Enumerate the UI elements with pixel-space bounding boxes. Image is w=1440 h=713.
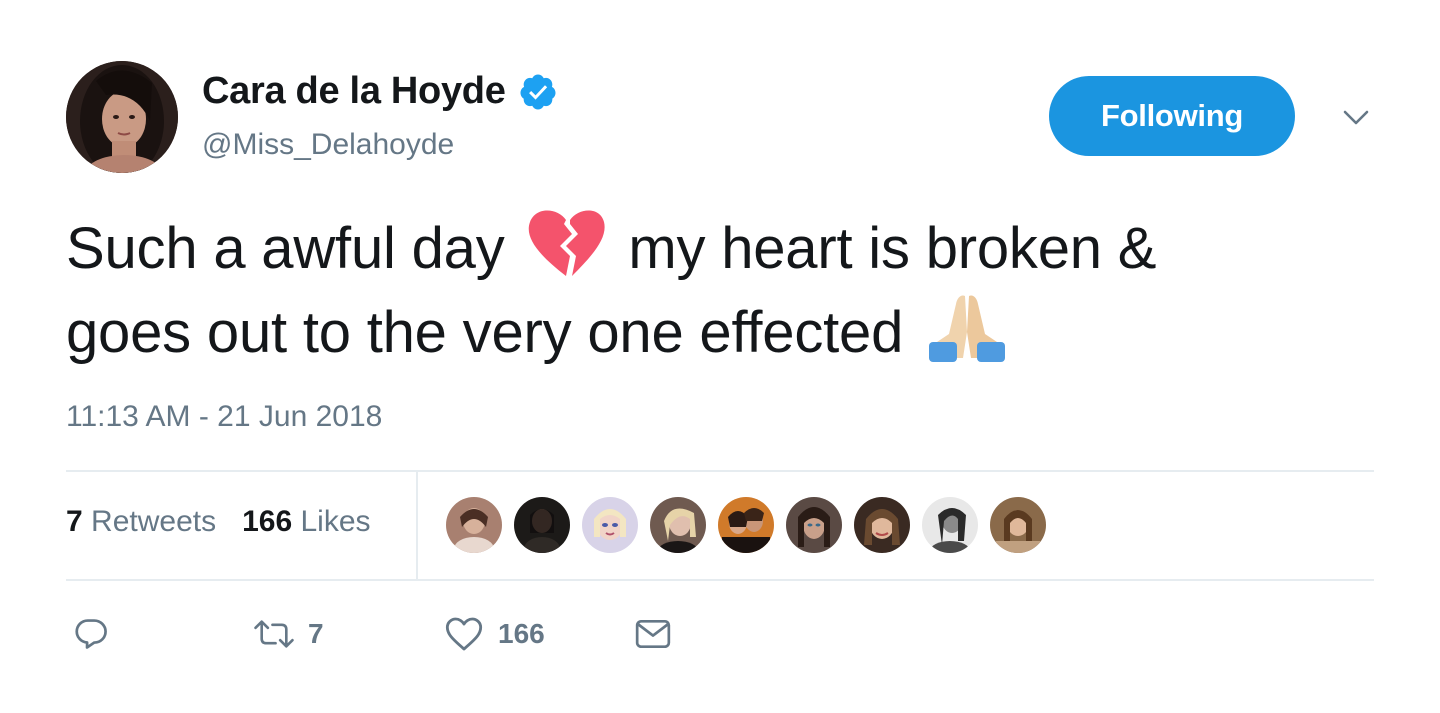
tweet-stats: 7 Retweets 166 Likes	[66, 505, 371, 539]
liker-avatar[interactable]	[854, 497, 910, 553]
tweet-text-segment: goes out to the very one effected	[66, 300, 904, 365]
likes-count: 166	[242, 505, 293, 538]
tweet-card: Cara de la Hoyde @Miss_Delahoyde Followi…	[0, 0, 1440, 713]
folded-hands-emoji-icon	[929, 295, 1006, 362]
tweet-text-line-1: Such a awful day my heart is broken &	[66, 206, 1366, 291]
more-options-caret[interactable]	[1336, 103, 1376, 133]
liker-avatar[interactable]	[718, 497, 774, 553]
reply-button[interactable]	[72, 612, 110, 656]
retweet-count: 7	[308, 618, 324, 649]
liker-avatar[interactable]	[514, 497, 570, 553]
tweet-text-line-2: goes out to the very one effected	[66, 291, 1366, 375]
liker-avatar[interactable]	[650, 497, 706, 553]
verified-badge-icon	[520, 74, 556, 109]
retweets-label: Retweets	[91, 505, 217, 538]
reply-icon	[75, 619, 107, 649]
tweet-text-segment: my heart is broken &	[628, 216, 1157, 281]
liker-avatar[interactable]	[990, 497, 1046, 553]
envelope-icon	[635, 619, 671, 649]
likes-stat[interactable]: 166 Likes	[242, 505, 370, 539]
retweets-stat[interactable]: 7 Retweets	[66, 505, 216, 539]
direct-message-button[interactable]	[634, 612, 672, 656]
tweet-text: Such a awful day my heart is broken & go…	[66, 206, 1366, 375]
tweet-timestamp[interactable]: 11:13 AM - 21 Jun 2018	[66, 400, 382, 434]
retweets-count: 7	[66, 505, 83, 538]
heart-icon	[445, 617, 483, 651]
like-button[interactable]: 166	[444, 612, 545, 656]
author-avatar[interactable]	[66, 61, 178, 173]
divider-top	[66, 470, 1374, 472]
author-handle[interactable]: @Miss_Delahoyde	[202, 128, 454, 162]
chevron-down-icon	[1343, 110, 1369, 125]
author-display-name[interactable]: Cara de la Hoyde	[202, 70, 506, 113]
liker-avatar[interactable]	[922, 497, 978, 553]
tweet-text-segment: Such a awful day	[66, 216, 505, 281]
following-button[interactable]: Following	[1049, 76, 1295, 156]
liker-avatar[interactable]	[446, 497, 502, 553]
divider-bottom	[66, 579, 1374, 581]
broken-heart-emoji-icon	[529, 210, 606, 276]
like-count: 166	[498, 618, 545, 649]
likes-label: Likes	[300, 505, 371, 538]
liker-avatar[interactable]	[582, 497, 638, 553]
stats-separator	[416, 472, 418, 580]
liker-avatars	[446, 497, 1046, 553]
author-name-row: Cara de la Hoyde	[202, 70, 558, 113]
liker-avatar[interactable]	[786, 497, 842, 553]
retweet-button[interactable]: 7	[254, 612, 324, 656]
retweet-icon	[254, 620, 294, 648]
